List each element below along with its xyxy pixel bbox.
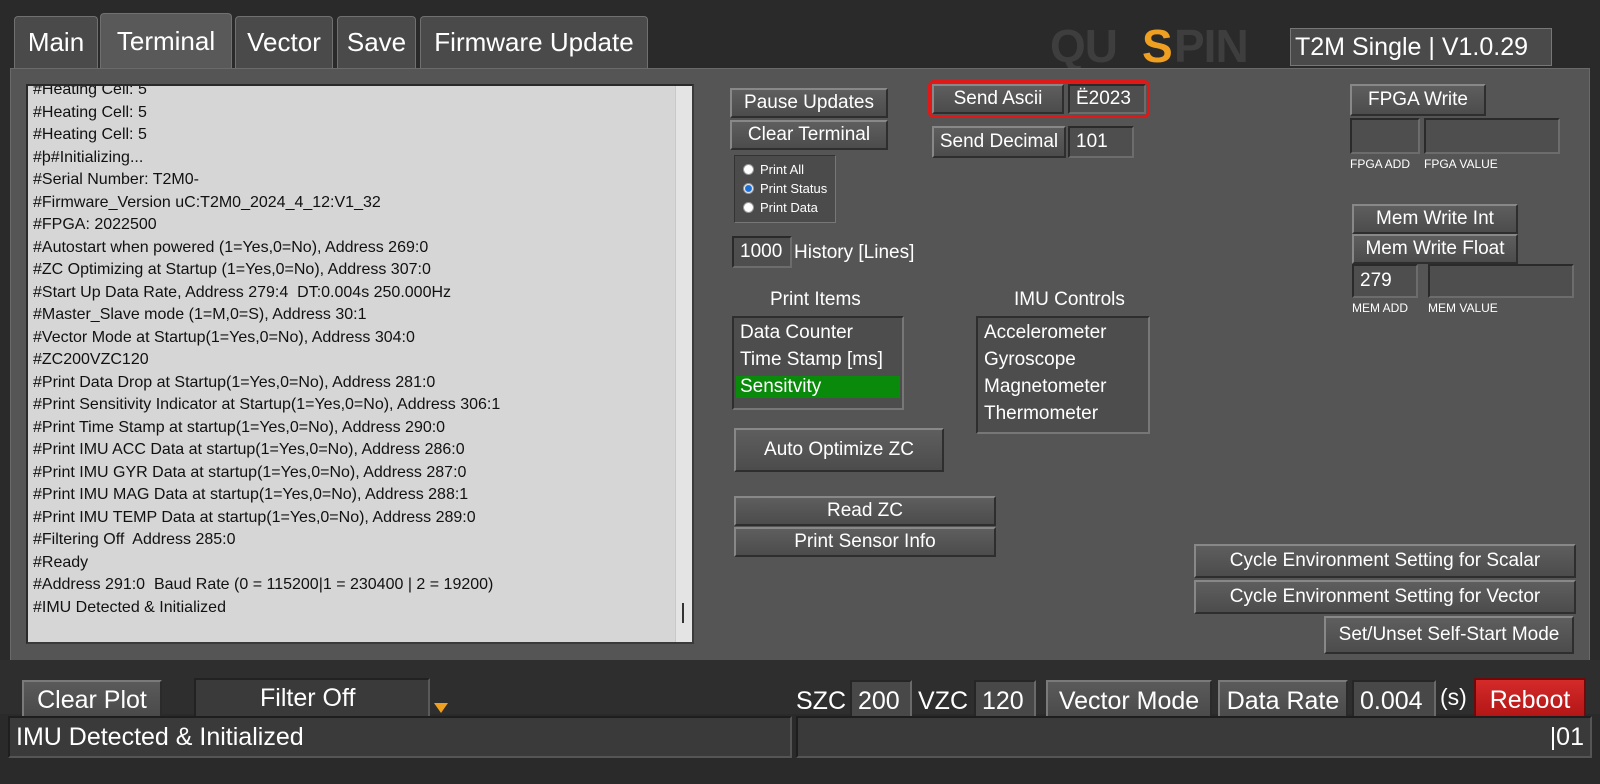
imu-controls-list[interactable]: Accelerometer Gyroscope Magnetometer The… [976,316,1150,434]
terminal-output[interactable]: #Heating Cell: 5 #Heating Cell: 5 #Heating… [26,84,694,644]
terminal-line: #Address 291:0 Baud Rate (0 = 115200|1 =… [33,576,494,593]
szc-label: SZC [796,687,846,715]
terminal-line: #Print IMU ACC Data at startup(1=Yes,0=N… [33,441,465,458]
radio-label: Print Data [760,200,818,215]
list-item[interactable]: Data Counter [740,322,853,344]
list-item[interactable]: Gyroscope [984,349,1076,371]
status-message: IMU Detected & Initialized [8,716,792,758]
svg-text:PIN: PIN [1174,24,1248,68]
terminal-line: #Master_Slave mode (1=M,0=S), Address 30… [33,306,367,323]
status-text: IMU Detected & Initialized [16,722,304,751]
mem-value-label: MEM VALUE [1428,301,1498,315]
terminal-line: #Print IMU TEMP Data at startup(1=Yes,0=… [33,508,476,526]
fpga-add-label: FPGA ADD [1350,157,1411,171]
tab-firmware-update[interactable]: Firmware Update [420,16,648,68]
terminal-line: #Print IMU GYR Data at startup(1=Yes,0=N… [33,463,467,481]
filter-select-value: Filter Off [260,684,356,712]
send-ascii-button[interactable]: Send Ascii [932,84,1064,114]
radio-print-data[interactable]: Print Data [743,200,818,215]
radio-selected-icon [743,183,754,194]
history-label: History [Lines] [794,242,915,263]
history-lines-input[interactable]: 1000 [732,236,792,268]
send-decimal-input[interactable]: 101 [1068,126,1134,158]
pause-updates-button[interactable]: Pause Updates [730,88,888,118]
terminal-line: #Firmware_Version uC:T2M0_2024_4_12:V1_3… [33,193,381,211]
status-right: |01 [796,716,1592,758]
tab-vector[interactable]: Vector [235,16,333,68]
tab-save[interactable]: Save [337,16,416,68]
send-decimal-button[interactable]: Send Decimal [932,126,1066,158]
print-mode-group: Print All Print Status Print Data [734,155,836,223]
terminal-line: #Print Time Stamp at startup(1=Yes,0=No)… [33,418,446,436]
chevron-down-icon[interactable] [434,700,448,713]
radio-label: Print All [760,162,805,177]
tab-main[interactable]: Main [14,16,98,68]
terminal-line: #Filtering Off Address 285:0 [33,531,236,548]
filter-select[interactable]: Filter Off [194,678,430,720]
print-items-list[interactable]: Data Counter Time Stamp [ms] Sensitvity [732,316,904,410]
clear-plot-button[interactable]: Clear Plot [22,680,162,720]
cycle-env-scalar-button[interactable]: Cycle Environment Setting for Scalar [1194,544,1576,578]
fpga-write-button[interactable]: FPGA Write [1350,84,1486,116]
terminal-line: #Heating Cell: 5 [33,84,147,98]
vzc-label: VZC [918,687,968,715]
radio-label: Print Status [760,181,828,196]
auto-optimize-zc-button[interactable]: Auto Optimize ZC [734,428,944,472]
brand-logo: QU S PIN [1050,20,1286,72]
svg-text:S: S [1142,24,1172,68]
mem-add-input[interactable]: 279 [1352,264,1418,298]
terminal-line: #ZC200VZC120 [33,351,149,368]
fpga-value-input[interactable] [1424,118,1560,154]
terminal-line: #Serial Number: T2M0- [33,171,199,188]
list-item[interactable]: Thermometer [984,403,1098,425]
status-counter: |01 [1549,722,1584,751]
self-start-mode-button[interactable]: Set/Unset Self-Start Mode [1324,616,1574,654]
mem-write-float-button[interactable]: Mem Write Float [1352,234,1518,264]
terminal-line: #Start Up Data Rate, Address 279:4 DT:0.… [33,283,452,301]
svg-text:QU: QU [1050,24,1117,68]
list-item[interactable]: Accelerometer [984,322,1107,344]
tab-terminal[interactable]: Terminal [100,13,232,69]
radio-icon [743,202,754,213]
terminal-line: #Heating Cell: 5 [33,126,147,143]
fpga-value-label: FPGA VALUE [1424,157,1498,171]
terminal-line: #Print IMU MAG Data at startup(1=Yes,0=N… [33,486,469,503]
terminal-line: #IMU Detected & Initialized [33,598,226,616]
list-item-selected[interactable]: Sensitvity [736,376,900,398]
send-ascii-input[interactable]: Ë2023 [1068,84,1146,114]
fpga-add-input[interactable] [1350,118,1420,154]
version-label: T2M Single | V1.0.29 [1290,28,1552,66]
cycle-env-vector-button[interactable]: Cycle Environment Setting for Vector [1194,580,1576,614]
mem-value-input[interactable] [1428,264,1574,298]
imu-controls-title: IMU Controls [1014,289,1125,310]
radio-print-status[interactable]: Print Status [743,181,827,196]
terminal-line: #Print Data Drop at Startup(1=Yes,0=No),… [33,373,436,391]
terminal-scrollbar[interactable] [675,86,692,642]
terminal-line: #Print Sensitivity Indicator at Startup(… [33,396,501,413]
terminal-line: #FPGA: 2022500 [33,216,157,233]
mem-add-label: MEM ADD [1352,301,1409,315]
print-sensor-info-button[interactable]: Print Sensor Info [734,527,996,557]
terminal-line: #Ready [33,553,89,571]
data-rate-unit: (s) [1440,684,1467,710]
terminal-line: #Heating Cell: 5 [33,103,147,121]
radio-icon [743,164,754,175]
radio-print-all[interactable]: Print All [743,162,804,177]
list-item[interactable]: Magnetometer [984,376,1107,398]
list-item[interactable]: Time Stamp [ms] [740,349,883,371]
terminal-line: #ZC Optimizing at Startup (1=Yes,0=No), … [33,261,431,278]
clear-terminal-button[interactable]: Clear Terminal [730,120,888,150]
terminal-line: #Vector Mode at Startup(1=Yes,0=No), Add… [33,328,415,346]
terminal-line: #Autostart when powered (1=Yes,0=No), Ad… [33,238,429,256]
print-items-title: Print Items [770,289,861,310]
read-zc-button[interactable]: Read ZC [734,496,996,526]
terminal-line: #þ#Initializing... [33,148,144,166]
mem-write-int-button[interactable]: Mem Write Int [1352,204,1518,234]
